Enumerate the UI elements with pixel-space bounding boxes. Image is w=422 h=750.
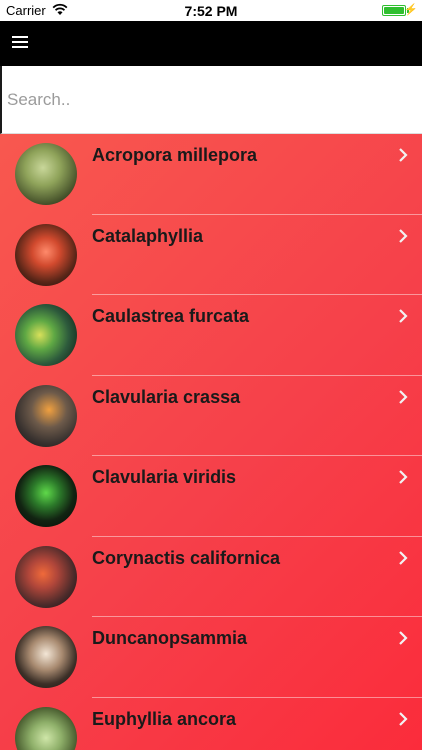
chevron-right-icon [399,470,408,484]
coral-list: Acropora millepora Catalaphyllia Caulast… [0,134,422,750]
battery-icon [382,5,406,16]
chevron-right-icon [399,631,408,645]
coral-thumbnail [15,626,77,688]
coral-name: Corynactis californica [92,547,281,568]
list-item[interactable]: Acropora millepora [0,134,422,215]
chevron-right-icon [399,550,408,565]
status-bar: Carrier 7:52 PM ⚡ [0,0,422,21]
list-item[interactable]: Euphyllia ancora [0,698,422,750]
coral-thumbnail [15,706,77,750]
chevron-right-icon [399,711,408,726]
coral-thumbnail [15,143,77,205]
coral-name: Catalaphyllia [92,225,204,246]
list-item[interactable]: Catalaphyllia [0,215,422,295]
list-item[interactable]: Clavularia viridis [0,456,422,537]
coral-thumbnail [15,304,77,366]
chevron-right-icon [399,228,408,243]
charging-icon: ⚡ [404,4,418,16]
status-time: 7:52 PM [184,3,238,19]
hamburger-menu-icon[interactable] [12,36,30,50]
chevron-right-icon [399,148,408,162]
list-item[interactable]: Caulastrea furcata [0,295,422,376]
list-item[interactable]: Clavularia crassa [0,376,422,456]
coral-name: Clavularia crassa [92,386,241,407]
coral-thumbnail [15,545,77,608]
search-bar [0,66,422,134]
coral-thumbnail [15,223,77,286]
coral-thumbnail [15,384,77,447]
list-item[interactable]: Duncanopsammia [0,617,422,698]
nav-bar [0,21,422,66]
chevron-right-icon [399,389,408,404]
coral-thumbnail [15,465,77,527]
coral-name: Duncanopsammia [92,628,248,648]
search-input[interactable] [2,66,422,133]
list-item[interactable]: Corynactis californica [0,537,422,617]
coral-name: Euphyllia ancora [92,708,237,729]
chevron-right-icon [399,309,408,323]
coral-name: Caulastrea furcata [92,306,250,326]
coral-name: Acropora millepora [92,145,258,165]
coral-name: Clavularia viridis [92,467,237,487]
